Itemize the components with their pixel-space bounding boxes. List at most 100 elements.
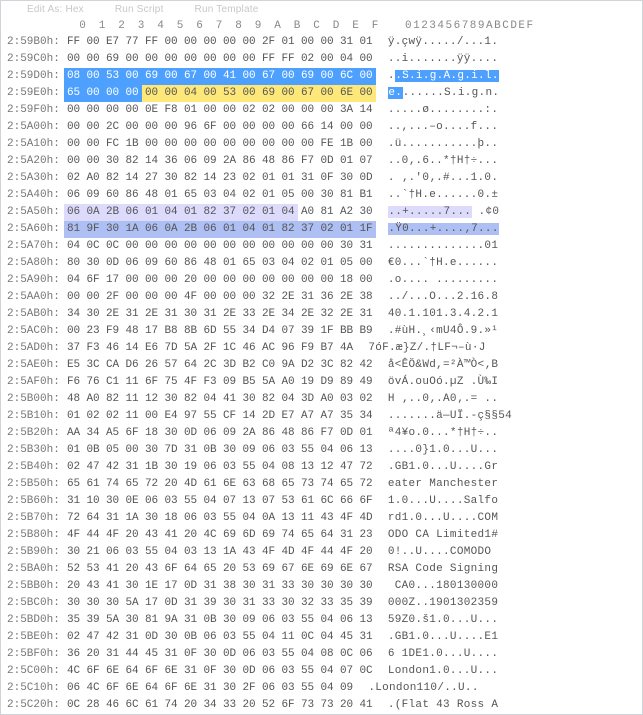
hex-row[interactable]: 2:5B30h:010B0500307D310B3009060355040613… <box>1 442 642 459</box>
hex-bytes[interactable]: 00002F0000004F000000322E31362E38 <box>64 291 376 303</box>
hex-bytes[interactable]: 00003082143606092A864886F70D0107 <box>64 155 376 167</box>
hex-bytes[interactable]: E53CCAD62657642C3DB2C09AD23C8242 <box>64 359 376 371</box>
ascii-column[interactable]: övÁ.ouOó.µZ .Ù‰I <box>388 376 498 388</box>
hex-bytes[interactable]: 3110300E0603550407130753616C666F <box>64 495 376 507</box>
ascii-column[interactable]: London1.0...U... <box>388 665 498 677</box>
ascii-column[interactable]: 0!..U....COMODO <box>388 546 498 558</box>
hex-row[interactable]: 2:5BD0h:35395A30819A310B3009060355040613… <box>1 612 642 629</box>
ascii-column[interactable]: RSA Code Signing <box>388 563 498 575</box>
ascii-column[interactable]: CA0...180130000 <box>388 580 498 592</box>
hex-row[interactable]: 2:5A80h:80300D06096086480165030402010500… <box>1 255 642 272</box>
hex-row[interactable]: 2:5A50h:060A2B060104018237020104A081A230… <box>1 204 642 221</box>
hex-bytes[interactable]: 30210603550403131A434F4D4F444F20 <box>64 546 376 558</box>
hex-bytes[interactable]: 00006900000000000000FFFF02000400 <box>64 53 376 65</box>
ascii-column[interactable]: ..i.......ÿÿ.... <box>388 53 498 65</box>
hex-row[interactable]: 2:5B50h:6561746572204D616E63686573746572… <box>1 476 642 493</box>
hex-row[interactable]: 2:5AA0h:00002F0000004F000000322E31362E38… <box>1 289 642 306</box>
ascii-column[interactable]: .London110/..U.. <box>368 682 478 694</box>
hex-row[interactable]: 2:5B40h:024742311B3019060355040813124772… <box>1 459 642 476</box>
hex-row[interactable]: 2:5B10h:0102021100E49755CF142DE7A7A73534… <box>1 408 642 425</box>
hex-row[interactable]: 2:5BE0h:024742310D300B06035504110C044531… <box>1 629 642 646</box>
hex-bytes[interactable]: 52534120436F6465205369676E696E67 <box>64 563 376 575</box>
hex-bytes[interactable]: 08005300690067004100670069006C00 <box>64 70 376 82</box>
ascii-column[interactable]: H ‚..0‚.A0‚.= .. <box>388 393 498 405</box>
hex-bytes[interactable]: 060A2B060104018237020104A081A230 <box>64 206 376 218</box>
hex-row[interactable]: 2:5A90h:046F1700000020000000000000001800… <box>1 272 642 289</box>
hex-bytes[interactable]: 4C6F6E646F6E310F300D06035504070C <box>64 665 376 677</box>
hex-bytes[interactable]: 046F1700000020000000000000001800 <box>64 274 376 286</box>
hex-row[interactable]: 2:5B70h:7264311A3018060355040A1311434F4D… <box>1 510 642 527</box>
ascii-column[interactable]: .Ÿ0...+....‚7... <box>388 223 499 235</box>
hex-bytes[interactable]: 37F34614E67D5A2F1C46AC96F9B74A <box>64 342 357 354</box>
toolbar-run-script[interactable]: Run Script <box>115 4 164 15</box>
hex-row[interactable]: 2:5AF0h:F676C1116F754FF309B55AA019D98949… <box>1 374 642 391</box>
hex-bytes[interactable]: FF00E777FF00000000002F0100003101 <box>64 36 376 48</box>
ascii-column[interactable]: ÿ.çwÿ...../...1. <box>388 36 498 48</box>
hex-bytes[interactable]: 3030305A170D31393031333032333539 <box>64 597 376 609</box>
hex-row[interactable]: 2:5AC0h:0023F94817B88B6D5534D407391FBBB9… <box>1 323 642 340</box>
hex-row[interactable]: 2:5A00h:00002C000000966F0000000066140000… <box>1 119 642 136</box>
hex-bytes[interactable]: 010B0500307D310B3009060355040613 <box>64 444 376 456</box>
hex-bytes[interactable]: 65000000000004005300690067006E00 <box>64 87 376 99</box>
hex-bytes[interactable]: 02A082142730821423020101310F300D <box>64 172 376 184</box>
ascii-column[interactable]: å<ÊÖ&Wd,=²À™Ò<‚B <box>388 359 498 371</box>
ascii-column[interactable]: . ‚.'0‚.#...1.0. <box>388 172 498 184</box>
hex-row[interactable]: 2:5C00h:4C6F6E646F6E310F300D06035504070C… <box>1 663 642 680</box>
hex-bytes[interactable]: 48A0821112308204413082043DA00302 <box>64 393 376 405</box>
ascii-column[interactable]: ..S.i.g.A.g.i.l. <box>388 70 499 82</box>
hex-bytes[interactable]: 34302E312E3130312E332E342E322E31 <box>64 308 376 320</box>
hex-row[interactable]: 2:5BA0h:52534120436F6465205369676E696E67… <box>1 561 642 578</box>
ascii-column[interactable]: rd1.0...U....COM <box>388 512 498 524</box>
ascii-column[interactable]: €0...`†H.e...... <box>388 257 498 269</box>
hex-row[interactable]: 2:5B80h:4F444F204341204C696D697465643123… <box>1 527 642 544</box>
hex-bytes[interactable]: 024742310D300B06035504110C044531 <box>64 631 376 643</box>
ascii-column[interactable]: ª4¥o.0...*†H†÷.. <box>388 427 498 439</box>
ascii-column[interactable]: .......ä—UÏ.-ç§§54 <box>388 410 512 422</box>
hex-bytes[interactable]: AA34A56F18300D06092A864886F70D01 <box>64 427 376 439</box>
ascii-column[interactable]: .....ø........:. <box>388 104 498 116</box>
ascii-column[interactable]: ..+.....7... .¢0 <box>388 206 499 218</box>
hex-row[interactable]: 2:5AE0h:E53CCAD62657642C3DB2C09AD23C8242… <box>1 357 642 374</box>
ascii-column[interactable]: .ü...........þ.. <box>388 138 498 150</box>
hex-bytes[interactable]: 3620314445310F300D06035504080C06 <box>64 648 376 660</box>
ascii-column[interactable]: 40.1.101.3.4.2.1 <box>388 308 498 320</box>
ascii-column[interactable]: ../...O...2.16.8 <box>388 291 498 303</box>
ascii-column[interactable]: ..`†H.e......0.± <box>388 189 498 201</box>
ascii-column[interactable]: .o.... ......... <box>388 274 498 286</box>
ascii-column[interactable]: ....0}1.0...U... <box>388 444 498 456</box>
hex-bytes[interactable]: 0023F94817B88B6D5534D407391FBBB9 <box>64 325 376 337</box>
hex-row[interactable]: 2:5A60h:819F301A060A2B06010401823702011F… <box>1 221 642 238</box>
hex-row[interactable]: 2:5BF0h:3620314445310F300D06035504080C06… <box>1 646 642 663</box>
hex-row[interactable]: 2:5A10h:0000FC1B000000000000000000FE1B00… <box>1 136 642 153</box>
ascii-column[interactable]: .GB1.0...U....Gr <box>388 461 498 473</box>
hex-bytes[interactable]: 7264311A3018060355040A1311434F4D <box>64 512 376 524</box>
hex-row[interactable]: 2:5A70h:040C0C00000000000000000000003031… <box>1 238 642 255</box>
hex-row[interactable]: 2:5B90h:30210603550403131A434F4D4F444F20… <box>1 544 642 561</box>
hex-bytes[interactable]: 35395A30819A310B3009060355040613 <box>64 614 376 626</box>
hex-bytes[interactable]: 204341301E170D313830313330303030 <box>64 580 376 592</box>
hex-row[interactable]: 2:59F0h:000000000EF801000002020000003A14… <box>1 102 642 119</box>
hex-row[interactable]: 2:5A30h:02A082142730821423020101310F300D… <box>1 170 642 187</box>
hex-row[interactable]: 2:59D0h:08005300690067004100670069006C00… <box>1 68 642 85</box>
hex-bytes[interactable]: 060960864801650304020105003081B1 <box>64 189 376 201</box>
ascii-column[interactable]: e.......S.i.g.n. <box>388 87 499 99</box>
hex-bytes[interactable]: 80300D06096086480165030402010500 <box>64 257 376 269</box>
ascii-column[interactable]: ODO CA Limited1# <box>388 529 498 541</box>
hex-bytes[interactable]: 024742311B3019060355040813124772 <box>64 461 376 473</box>
hex-bytes[interactable]: 0102021100E49755CF142DE7A7A73534 <box>64 410 376 422</box>
ascii-column[interactable]: 1.0...U....Salfo <box>388 495 498 507</box>
ascii-column[interactable]: .(Flat 43 Ross A <box>388 699 498 711</box>
hex-row[interactable]: 2:5B00h:48A0821112308204413082043DA00302… <box>1 391 642 408</box>
ascii-column[interactable]: .#ùH.¸‹mU4Ô.9.»¹ <box>388 325 498 337</box>
hex-row[interactable]: 2:5B20h:AA34A56F18300D06092A864886F70D01… <box>1 425 642 442</box>
ascii-column[interactable]: ..,...–o....f... <box>388 121 498 133</box>
hex-bytes[interactable]: 00002C000000966F0000000066140000 <box>64 121 376 133</box>
ascii-column[interactable]: 59Z0.š1.0...U... <box>388 614 498 626</box>
hex-row[interactable]: 2:5A20h:00003082143606092A864886F70D0107… <box>1 153 642 170</box>
hex-row[interactable]: 2:5BC0h:3030305A170D31393031333032333539… <box>1 595 642 612</box>
hex-bytes[interactable]: 000000000EF801000002020000003A14 <box>64 104 376 116</box>
hex-row[interactable]: 2:59E0h:65000000000004005300690067006E00… <box>1 85 642 102</box>
hex-row[interactable]: 2:59C0h:00006900000000000000FFFF02000400… <box>1 51 642 68</box>
hex-row[interactable]: 2:5A40h:060960864801650304020105003081B1… <box>1 187 642 204</box>
ascii-column[interactable]: eater Manchester <box>388 478 498 490</box>
